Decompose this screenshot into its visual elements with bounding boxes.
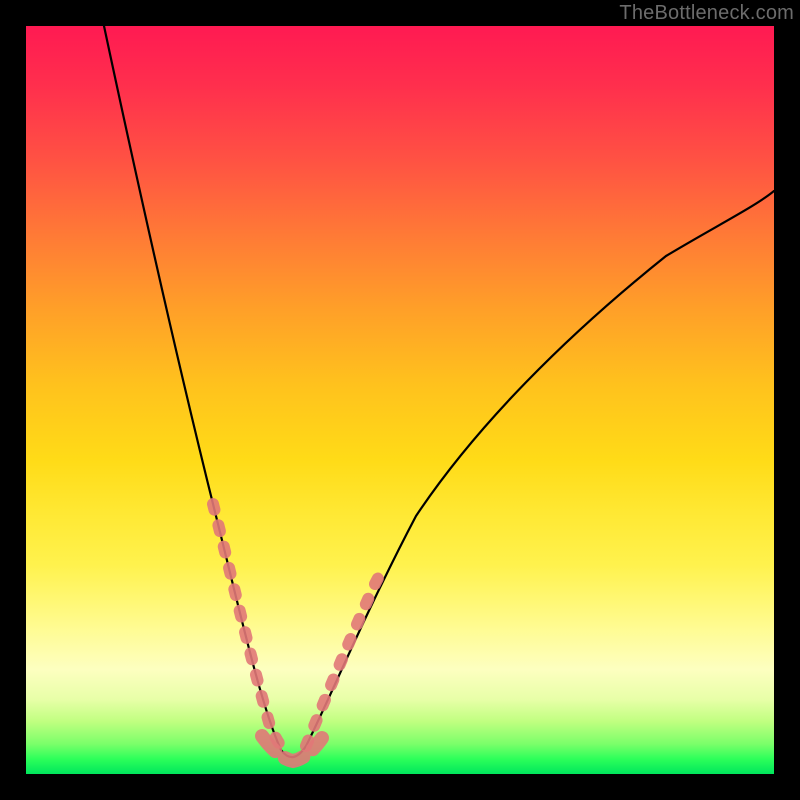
watermark-text: TheBottleneck.com bbox=[619, 2, 794, 25]
curve-left-arm-dots bbox=[213, 504, 284, 750]
chart-frame bbox=[26, 26, 774, 774]
curve-bottom-blobs bbox=[262, 736, 322, 761]
curve-right-arm-dots bbox=[306, 571, 382, 746]
bottleneck-curve-svg bbox=[26, 26, 774, 774]
bottleneck-curve-path bbox=[104, 26, 774, 757]
